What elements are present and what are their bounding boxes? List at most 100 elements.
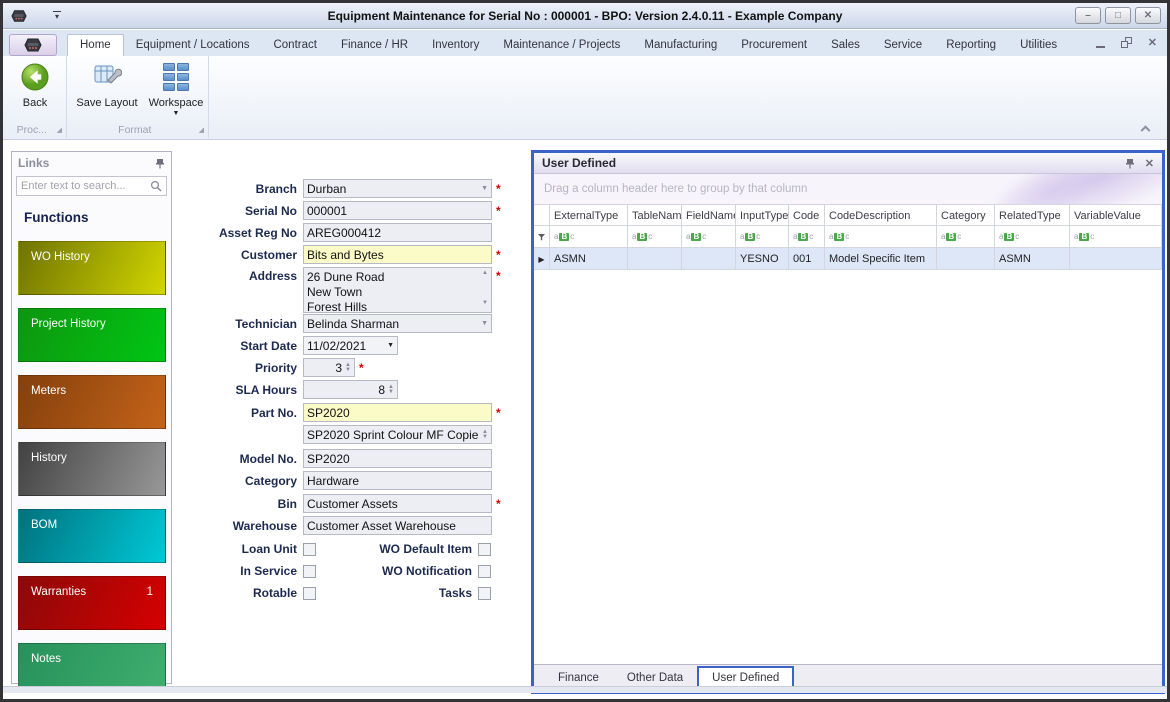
in-service-checkbox[interactable] bbox=[303, 565, 316, 578]
mdi-close-icon[interactable]: ✕ bbox=[1148, 36, 1157, 49]
filter-cell[interactable]: aBc bbox=[550, 226, 628, 248]
filter-cell[interactable]: aBc bbox=[789, 226, 825, 248]
tasks-checkbox[interactable] bbox=[478, 587, 491, 600]
address-field[interactable]: 26 Dune Road New Town Forest Hills ▲▼ bbox=[303, 267, 492, 313]
ribbon-tab-row: Home Equipment / Locations Contract Fina… bbox=[3, 30, 1167, 56]
dialog-launcher-icon[interactable]: ◢ bbox=[199, 126, 204, 134]
bom-button[interactable]: BOM bbox=[18, 509, 166, 563]
cell-external-type[interactable]: ASMN bbox=[550, 248, 628, 270]
part-no-field[interactable]: SP2020 bbox=[303, 403, 492, 422]
part-description-field[interactable]: SP2020 Sprint Colour MF Copier ▲▼ bbox=[303, 425, 492, 444]
warehouse-field[interactable]: Customer Asset Warehouse bbox=[303, 516, 492, 535]
serial-no-field[interactable]: 000001 bbox=[303, 201, 492, 220]
wo-default-item-checkbox[interactable] bbox=[478, 543, 491, 556]
cell-code[interactable]: 001 bbox=[789, 248, 825, 270]
save-layout-button[interactable]: Save Layout bbox=[71, 60, 143, 109]
cell-table-name[interactable] bbox=[628, 248, 682, 270]
column-header[interactable]: Category bbox=[937, 205, 995, 226]
technician-select[interactable]: Belinda Sharman▼ bbox=[303, 314, 492, 333]
group-by-band[interactable]: Drag a column header here to group by th… bbox=[534, 174, 1162, 205]
links-search-box bbox=[16, 176, 167, 196]
column-header[interactable]: VariableValue bbox=[1070, 205, 1162, 226]
branch-select[interactable]: Durban▼ bbox=[303, 179, 492, 198]
menu-tab-reporting[interactable]: Reporting bbox=[934, 35, 1008, 56]
menu-tab-inventory[interactable]: Inventory bbox=[420, 35, 491, 56]
collapse-ribbon-icon[interactable] bbox=[1142, 124, 1151, 133]
menu-tab-manufacturing[interactable]: Manufacturing bbox=[632, 35, 729, 56]
sla-hours-spinner[interactable]: 8 ▲▼ bbox=[303, 380, 398, 399]
column-header[interactable]: InputType bbox=[736, 205, 789, 226]
spinner-arrows-icon[interactable]: ▲▼ bbox=[479, 430, 488, 440]
scroll-up-icon[interactable]: ▲ bbox=[482, 270, 488, 276]
column-header[interactable]: ExternalType bbox=[550, 205, 628, 226]
filter-cell[interactable]: aBc bbox=[825, 226, 937, 248]
filter-cell[interactable]: aBc bbox=[1070, 226, 1162, 248]
pin-icon[interactable] bbox=[1125, 158, 1135, 169]
cell-related-type[interactable]: ASMN bbox=[995, 248, 1070, 270]
filter-cell[interactable]: aBc bbox=[995, 226, 1070, 248]
close-button[interactable]: ✕ bbox=[1135, 7, 1161, 24]
column-header[interactable]: CodeDescription bbox=[825, 205, 937, 226]
pin-icon[interactable] bbox=[155, 158, 165, 169]
asset-reg-no-field[interactable]: AREG000412 bbox=[303, 223, 492, 242]
meters-button[interactable]: Meters bbox=[18, 375, 166, 429]
dialog-launcher-icon[interactable]: ◢ bbox=[57, 126, 62, 134]
mdi-restore-icon[interactable] bbox=[1121, 37, 1132, 48]
technician-label: Technician bbox=[173, 317, 303, 331]
menu-tab-procurement[interactable]: Procurement bbox=[729, 35, 819, 56]
customer-field[interactable]: Bits and Bytes bbox=[303, 245, 492, 264]
menu-tab-contract[interactable]: Contract bbox=[261, 35, 328, 56]
filter-cell[interactable]: aBc bbox=[682, 226, 736, 248]
category-field[interactable]: Hardware bbox=[303, 471, 492, 490]
workspace-button[interactable]: Workspace ▼ bbox=[145, 60, 207, 117]
abc-filter-icon: aBc bbox=[632, 233, 652, 241]
project-history-button[interactable]: Project History bbox=[18, 308, 166, 362]
spinner-arrows-icon[interactable]: ▲▼ bbox=[342, 363, 351, 373]
minimize-button[interactable]: – bbox=[1075, 7, 1101, 24]
asset-reg-no-label: Asset Reg No bbox=[173, 226, 303, 240]
filter-icon[interactable] bbox=[538, 233, 545, 242]
column-header[interactable]: Code bbox=[789, 205, 825, 226]
priority-spinner[interactable]: 3 ▲▼ bbox=[303, 358, 355, 377]
back-button[interactable]: Back bbox=[9, 60, 61, 109]
menu-tab-maintenance-projects[interactable]: Maintenance / Projects bbox=[491, 35, 632, 56]
table-row[interactable]: ▶ ASMN YESNO 001 Model Specific Item ASM… bbox=[534, 248, 1162, 270]
menu-tab-home[interactable]: Home bbox=[67, 34, 124, 56]
bin-field[interactable]: Customer Assets bbox=[303, 494, 492, 513]
wo-notification-checkbox[interactable] bbox=[478, 565, 491, 578]
mdi-minimize-icon[interactable] bbox=[1096, 46, 1105, 48]
cell-category[interactable] bbox=[937, 248, 995, 270]
filter-cell[interactable]: aBc bbox=[736, 226, 789, 248]
cell-field-name[interactable] bbox=[682, 248, 736, 270]
history-button[interactable]: History bbox=[18, 442, 166, 496]
warranties-button[interactable]: Warranties1 bbox=[18, 576, 166, 630]
rotable-checkbox[interactable] bbox=[303, 587, 316, 600]
filter-cell[interactable]: aBc bbox=[937, 226, 995, 248]
application-button[interactable] bbox=[9, 34, 57, 56]
menu-tab-utilities[interactable]: Utilities bbox=[1008, 35, 1069, 56]
model-no-field[interactable]: SP2020 bbox=[303, 449, 492, 468]
scroll-down-icon[interactable]: ▼ bbox=[482, 300, 488, 306]
close-icon[interactable]: ✕ bbox=[1145, 157, 1154, 170]
column-header[interactable]: FieldName bbox=[682, 205, 736, 226]
menu-tab-equipment-locations[interactable]: Equipment / Locations bbox=[124, 35, 262, 56]
search-input[interactable] bbox=[21, 180, 150, 192]
spinner-arrows-icon[interactable]: ▲▼ bbox=[385, 385, 394, 395]
cell-variable-value[interactable] bbox=[1070, 248, 1162, 270]
menu-tab-sales[interactable]: Sales bbox=[819, 35, 872, 56]
notes-button[interactable]: Notes bbox=[18, 643, 166, 689]
start-date-picker[interactable]: 11/02/2021▼ bbox=[303, 336, 398, 355]
cell-code-description[interactable]: Model Specific Item bbox=[825, 248, 937, 270]
column-header[interactable]: TableName bbox=[628, 205, 682, 226]
cell-input-type[interactable]: YESNO bbox=[736, 248, 789, 270]
search-icon[interactable] bbox=[150, 180, 162, 192]
maximize-button[interactable]: □ bbox=[1105, 7, 1131, 24]
menu-tab-finance-hr[interactable]: Finance / HR bbox=[329, 35, 420, 56]
loan-unit-checkbox[interactable] bbox=[303, 543, 316, 556]
ribbon-group-format-caption: Format bbox=[71, 124, 199, 136]
menu-tab-service[interactable]: Service bbox=[872, 35, 934, 56]
wo-history-button[interactable]: WO History bbox=[18, 241, 166, 295]
filter-cell[interactable]: aBc bbox=[628, 226, 682, 248]
column-header[interactable]: RelatedType bbox=[995, 205, 1070, 226]
abc-filter-icon: aBc bbox=[941, 233, 961, 241]
